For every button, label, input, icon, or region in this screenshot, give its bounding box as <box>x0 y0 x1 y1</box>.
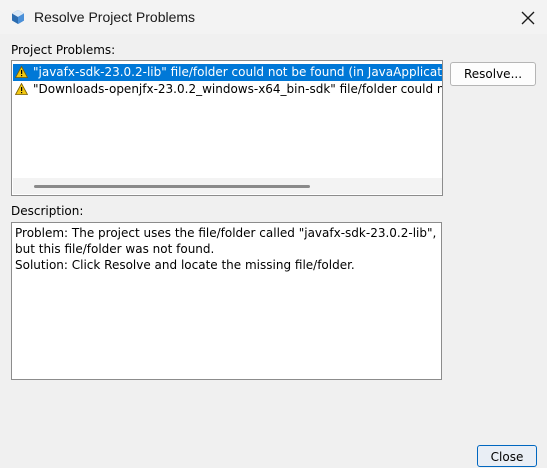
problem-item-text: "javafx-sdk-23.0.2-lib" file/folder coul… <box>33 65 442 79</box>
close-icon[interactable] <box>519 9 537 27</box>
description-line: but this file/folder was not found. <box>15 242 215 256</box>
problem-item-text: "Downloads-openjfx-23.0.2_windows-x64_bi… <box>33 82 442 96</box>
netbeans-cube-icon <box>12 10 24 24</box>
scrollbar-thumb[interactable] <box>34 185 310 188</box>
title-bar: Resolve Project Problems <box>0 0 547 34</box>
horizontal-scrollbar[interactable] <box>13 178 442 194</box>
warning-icon <box>15 83 28 95</box>
problem-item-1[interactable]: "javafx-sdk-23.0.2-lib" file/folder coul… <box>13 64 442 81</box>
warning-icon <box>15 66 28 78</box>
project-problems-label: Project Problems: <box>11 43 116 57</box>
problem-item-2[interactable]: "Downloads-openjfx-23.0.2_windows-x64_bi… <box>13 81 442 98</box>
description-label: Description: <box>11 204 84 218</box>
description-line: Problem: The project uses the file/folde… <box>15 226 437 240</box>
description-line: Solution: Click Resolve and locate the m… <box>15 258 355 272</box>
window-title: Resolve Project Problems <box>34 9 196 25</box>
close-button[interactable]: Close <box>477 445 537 467</box>
problems-list[interactable]: "javafx-sdk-23.0.2-lib" file/folder coul… <box>11 60 443 196</box>
description-text-area[interactable]: Problem: The project uses the file/folde… <box>11 222 442 380</box>
resolve-button[interactable]: Resolve... <box>450 62 536 86</box>
